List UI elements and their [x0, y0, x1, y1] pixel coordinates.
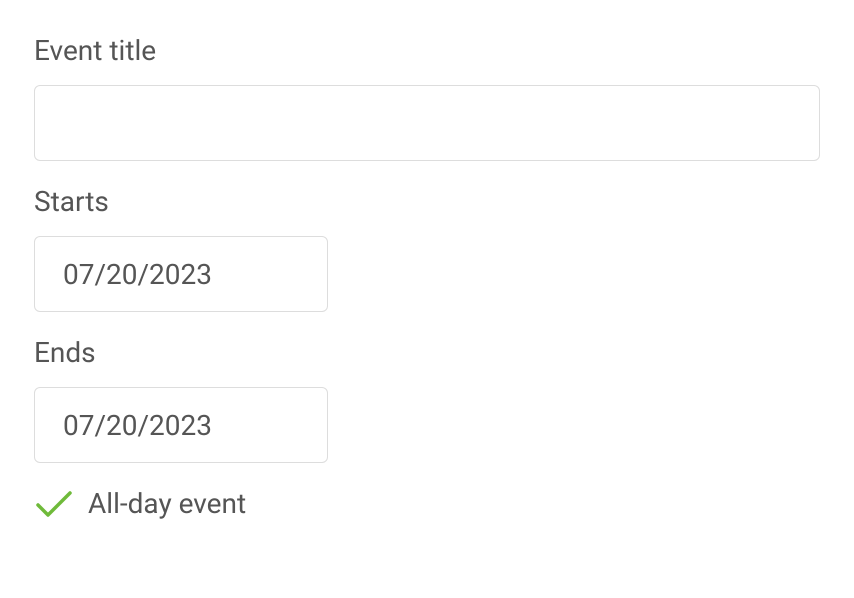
event-title-input[interactable]: [34, 85, 820, 161]
event-title-label: Event title: [34, 34, 820, 67]
starts-date-input[interactable]: 07/20/2023: [34, 236, 328, 312]
starts-label: Starts: [34, 185, 820, 218]
all-day-label: All-day event: [88, 487, 246, 520]
event-title-group: Event title: [34, 34, 820, 161]
ends-date-value: 07/20/2023: [63, 409, 212, 442]
check-icon: [34, 488, 74, 520]
ends-group: Ends 07/20/2023: [34, 336, 820, 463]
starts-date-value: 07/20/2023: [63, 258, 212, 291]
ends-label: Ends: [34, 336, 820, 369]
ends-date-input[interactable]: 07/20/2023: [34, 387, 328, 463]
starts-group: Starts 07/20/2023: [34, 185, 820, 312]
all-day-checkbox[interactable]: All-day event: [34, 487, 820, 520]
